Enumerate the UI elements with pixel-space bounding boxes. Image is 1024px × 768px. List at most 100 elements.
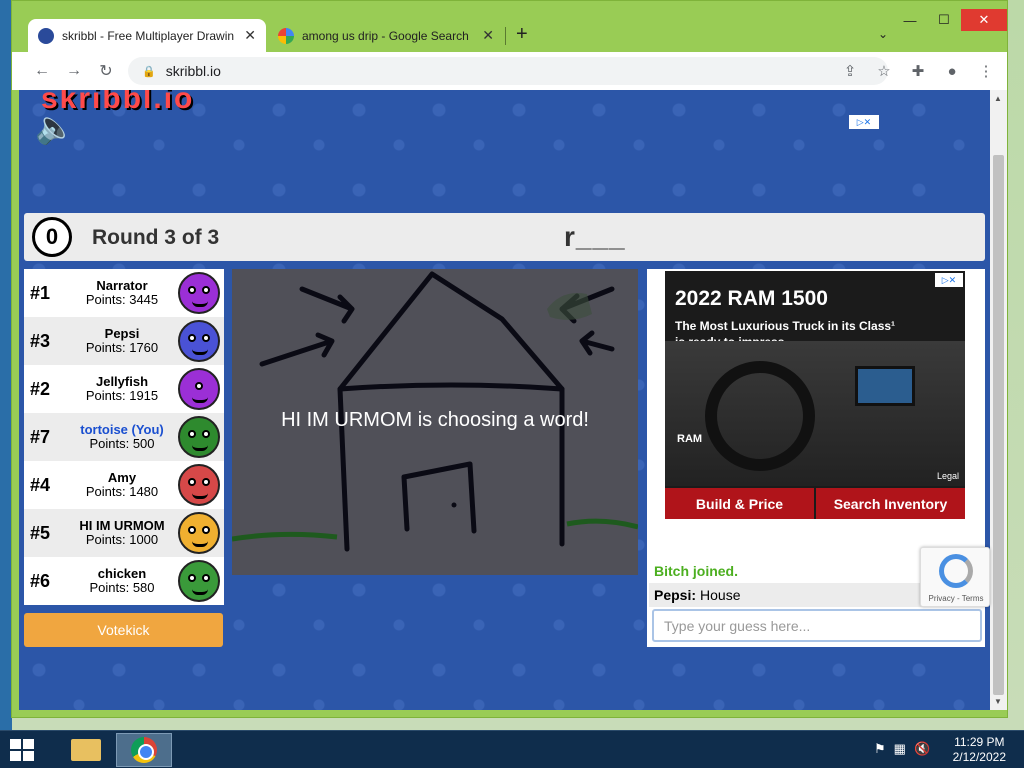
maximize-button[interactable]: ☐ [927,9,961,31]
player-name: chicken [97,566,147,581]
player-rank: #3 [30,330,51,351]
chat-user: Pepsi: [654,587,697,603]
forward-icon[interactable]: → [60,57,88,85]
windows-start-icon[interactable] [10,739,36,761]
player-avatar [178,464,220,506]
extensions-icon[interactable]: ✚ [905,57,931,85]
player-name: Jellyfish [95,374,149,389]
player-avatar [178,512,220,554]
timer-clock-icon: 0 [26,207,80,261]
page-scrollbar[interactable]: ▲ ▼ [990,90,1007,710]
player-avatar [178,416,220,458]
profile-avatar-icon[interactable]: ● [939,57,965,85]
network-icon[interactable]: ▦ [894,741,906,757]
ad-title: 2022 RAM 1500 [675,287,828,310]
action-center-flag-icon[interactable]: ⚑ [874,741,886,757]
word-hint: r___ [564,221,626,252]
player-avatar [178,368,220,410]
player-avatar [178,560,220,602]
recaptcha-icon [939,554,973,588]
skribbl-page: skribbl.io 🔈 ▷✕ 0 Round 3 of 3 r___ #1 N… [19,90,990,710]
ad-buttons: Build & Price Search Inventory [665,488,965,519]
taskbar-clock[interactable]: 11:29 PM 2/12/2022 [953,735,1006,765]
player-rank: #7 [30,426,51,447]
player-name: Narrator [96,278,148,293]
browser-toolbar: ← → ↻ 🔒 skribbl.io ⇪ ☆ ✚ ● ⋮ [12,52,1007,90]
player-rank: #4 [30,474,51,495]
tab-title: among us drip - Google Search [302,28,469,43]
player-row[interactable]: #2 Jellyfish Points: 1915 [24,365,224,413]
player-points: Points: 1760 [85,340,159,355]
players-list: #1 Narrator Points: 3445 #3 Pepsi Points: … [24,269,224,605]
bookmark-star-icon[interactable]: ☆ [871,57,897,85]
menu-kebab-icon[interactable]: ⋮ [973,57,999,85]
tab-skribbl[interactable]: skribbl - Free Multiplayer Drawin ✕ [28,19,266,52]
tab-google-search[interactable]: among us drip - Google Search ✕ [268,19,504,52]
dashboard-screen-graphic [855,366,915,406]
build-price-button[interactable]: Build & Price [665,488,814,519]
votekick-button[interactable]: Votekick [24,613,223,647]
ad-choices-icon[interactable]: ▷✕ [849,115,879,129]
player-row[interactable]: #7 tortoise (You) Points: 500 [24,413,224,461]
player-avatar [178,272,220,314]
round-header: 0 Round 3 of 3 r___ [24,213,985,261]
address-bar[interactable]: 🔒 skribbl.io [128,57,888,85]
recaptcha-links[interactable]: Privacy - Terms [921,594,991,603]
scrollbar-thumb[interactable] [993,155,1004,695]
player-points: Points: 1000 [85,532,159,547]
share-icon[interactable]: ⇪ [837,57,863,85]
player-row[interactable]: #5 HI IM URMOM Points: 1000 [24,509,224,557]
reload-icon[interactable]: ↻ [92,57,120,85]
ram-advertisement[interactable]: 2022 RAM 1500 The Most Luxurious Truck i… [665,271,965,519]
player-row[interactable]: #3 Pepsi Points: 1760 [24,317,224,365]
timer-value: 0 [32,217,72,257]
player-points: Points: 1915 [85,388,159,403]
lock-icon: 🔒 [142,65,156,78]
player-rank: #6 [30,570,51,591]
tab-separator [505,27,506,45]
tab-title: skribbl - Free Multiplayer Drawin [62,28,235,43]
player-name: HI IM URMOM [79,518,165,533]
system-tray: ⚑ ▦ 🔇 [874,741,930,757]
round-indicator: Round 3 of 3 [92,226,220,249]
guess-input[interactable] [652,609,982,642]
search-inventory-button[interactable]: Search Inventory [816,488,965,519]
ad-close-icon[interactable]: ▷✕ [935,273,963,287]
close-tab-icon[interactable]: ✕ [482,27,494,44]
back-icon[interactable]: ← [28,57,56,85]
player-row[interactable]: #1 Narrator Points: 3445 [24,269,224,317]
player-row[interactable]: #6 chicken Points: 580 [24,557,224,605]
windows-taskbar: ⚑ ▦ 🔇 11:29 PM 2/12/2022 [0,730,1024,768]
recaptcha-badge[interactable]: Privacy - Terms [920,547,990,607]
chat-text: House [700,587,741,603]
sound-toggle-icon[interactable]: 🔈 [35,108,75,146]
choosing-word-status: HI IM URMOM is choosing a word! [281,409,589,431]
scroll-up-arrow-icon[interactable]: ▲ [994,94,1002,103]
volume-muted-icon[interactable]: 🔇 [914,741,930,757]
close-window-button[interactable]: ✕ [961,9,1007,31]
scroll-down-arrow-icon[interactable]: ▼ [994,697,1002,706]
drawing-canvas[interactable]: HI IM URMOM is choosing a word! [232,269,638,575]
window-controls: — ☐ ✕ [893,9,1007,31]
clock-date: 2/12/2022 [952,750,1006,764]
clock-time: 11:29 PM [954,735,1005,749]
file-explorer-icon[interactable] [58,733,114,767]
player-rank: #1 [30,282,51,303]
player-points: Points: 1480 [85,484,159,499]
close-tab-icon[interactable]: ✕ [244,27,256,44]
chrome-taskbar-icon[interactable] [116,733,172,767]
skribbl-favicon-icon [38,27,54,44]
browser-window: skribbl - Free Multiplayer Drawin ✕ amon… [11,0,1008,718]
player-row[interactable]: #4 Amy Points: 1480 [24,461,224,509]
truck-interior-image: RAM [665,341,965,486]
player-rank: #2 [30,378,51,399]
new-tab-button[interactable]: + [516,23,528,46]
chevron-down-icon[interactable]: ⌄ [878,27,888,41]
minimize-button[interactable]: — [893,9,927,31]
ad-legal-link[interactable]: Legal [937,471,959,481]
ram-brand-label: RAM [677,433,703,445]
player-points: Points: 580 [89,580,155,595]
player-points: Points: 500 [89,436,155,451]
ad-tagline: The Most Luxurious Truck in its Class¹ [675,319,896,333]
tab-bar: skribbl - Free Multiplayer Drawin ✕ amon… [12,1,1007,52]
